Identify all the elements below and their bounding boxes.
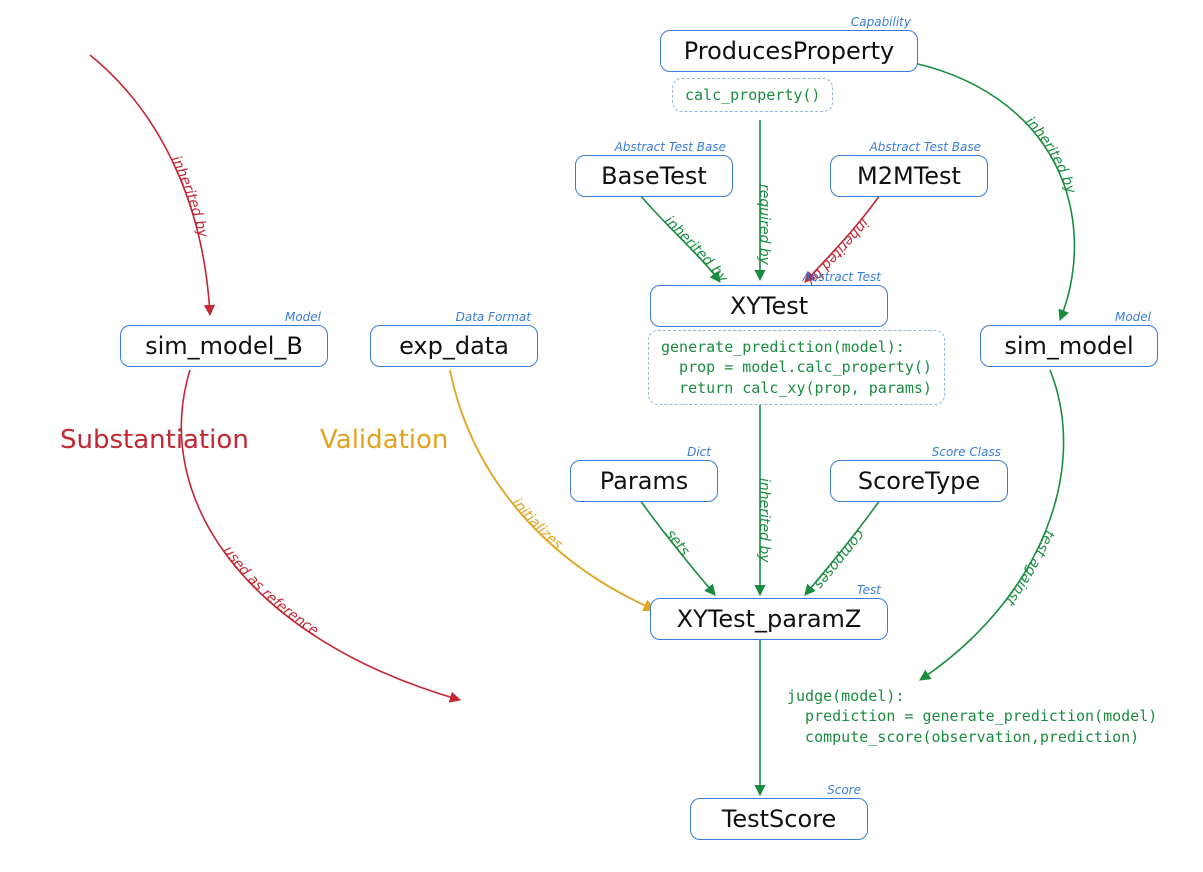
section-label-validation: Validation (320, 425, 448, 455)
node-tag: Dict (687, 445, 711, 459)
node-label: XYTest (730, 292, 808, 320)
edge-label: test against (1002, 528, 1058, 609)
node-score-type: Score Class ScoreType (830, 460, 1008, 502)
node-test-score: Score TestScore (690, 798, 868, 840)
node-label: Params (600, 467, 689, 495)
node-tag: Model (285, 310, 321, 324)
svg-text:inherited by: inherited by (756, 478, 772, 563)
edge-label: required by (756, 184, 772, 266)
node-base-test: Abstract Test Base BaseTest (575, 155, 733, 197)
node-tag: Model (1115, 310, 1151, 324)
node-exp-data: Data Format exp_data (370, 325, 538, 367)
node-label: ProducesProperty (684, 37, 895, 65)
node-m2m-test: Abstract Test Base M2MTest (830, 155, 988, 197)
node-label: sim_model_B (145, 332, 303, 360)
code-calc-property: calc_property() (672, 78, 833, 112)
svg-text:test against: test against (1002, 528, 1058, 609)
edge-label: sets (662, 527, 692, 559)
section-label-substantiation: Substantiation (60, 425, 249, 455)
node-xy-test-paramz: Test XYTest_paramZ (650, 598, 888, 640)
node-label: exp_data (399, 332, 509, 360)
node-tag: Test (857, 583, 881, 597)
code-generate-prediction: generate_prediction(model): prop = model… (648, 330, 945, 405)
svg-text:used as reference: used as reference (220, 543, 321, 639)
node-sim-model-b: Model sim_model_B (120, 325, 328, 367)
svg-text:required by: required by (756, 184, 772, 266)
node-label: XYTest_paramZ (677, 605, 862, 633)
node-label: TestScore (722, 805, 836, 833)
code-judge: judge(model): prediction = generate_pred… (775, 680, 1169, 753)
edge-label: inherited by (1022, 114, 1079, 196)
node-produces-property: Capability ProducesProperty (660, 30, 918, 72)
node-tag: Abstract Test (803, 270, 881, 284)
svg-text:sets: sets (662, 527, 692, 559)
node-label: M2MTest (857, 162, 961, 190)
node-params: Dict Params (570, 460, 718, 502)
node-tag: Abstract Test Base (615, 140, 726, 154)
edge-label: used as reference (220, 543, 321, 639)
node-tag: Score (827, 783, 861, 797)
node-label: BaseTest (601, 162, 707, 190)
node-xy-test: Abstract Test XYTest (650, 285, 888, 327)
svg-text:inherited by: inherited by (168, 153, 211, 239)
edge-label: inherited by (756, 478, 772, 563)
node-sim-model: Model sim_model (980, 325, 1158, 367)
node-tag: Data Format (456, 310, 531, 324)
node-label: ScoreType (858, 467, 980, 495)
node-tag: Capability (851, 15, 911, 29)
edge-label: inherited by (661, 213, 731, 286)
node-label: sim_model (1004, 332, 1133, 360)
node-tag: Abstract Test Base (870, 140, 981, 154)
diagram-canvas: required by inherited by inherited by in… (0, 0, 1203, 872)
edge-label: inherited by (168, 153, 211, 239)
svg-text:inherited by: inherited by (661, 213, 731, 286)
svg-text:initializes: initializes (509, 495, 566, 553)
edge-label: initializes (509, 495, 566, 553)
node-tag: Score Class (932, 445, 1001, 459)
svg-text:inherited by: inherited by (1022, 114, 1079, 196)
